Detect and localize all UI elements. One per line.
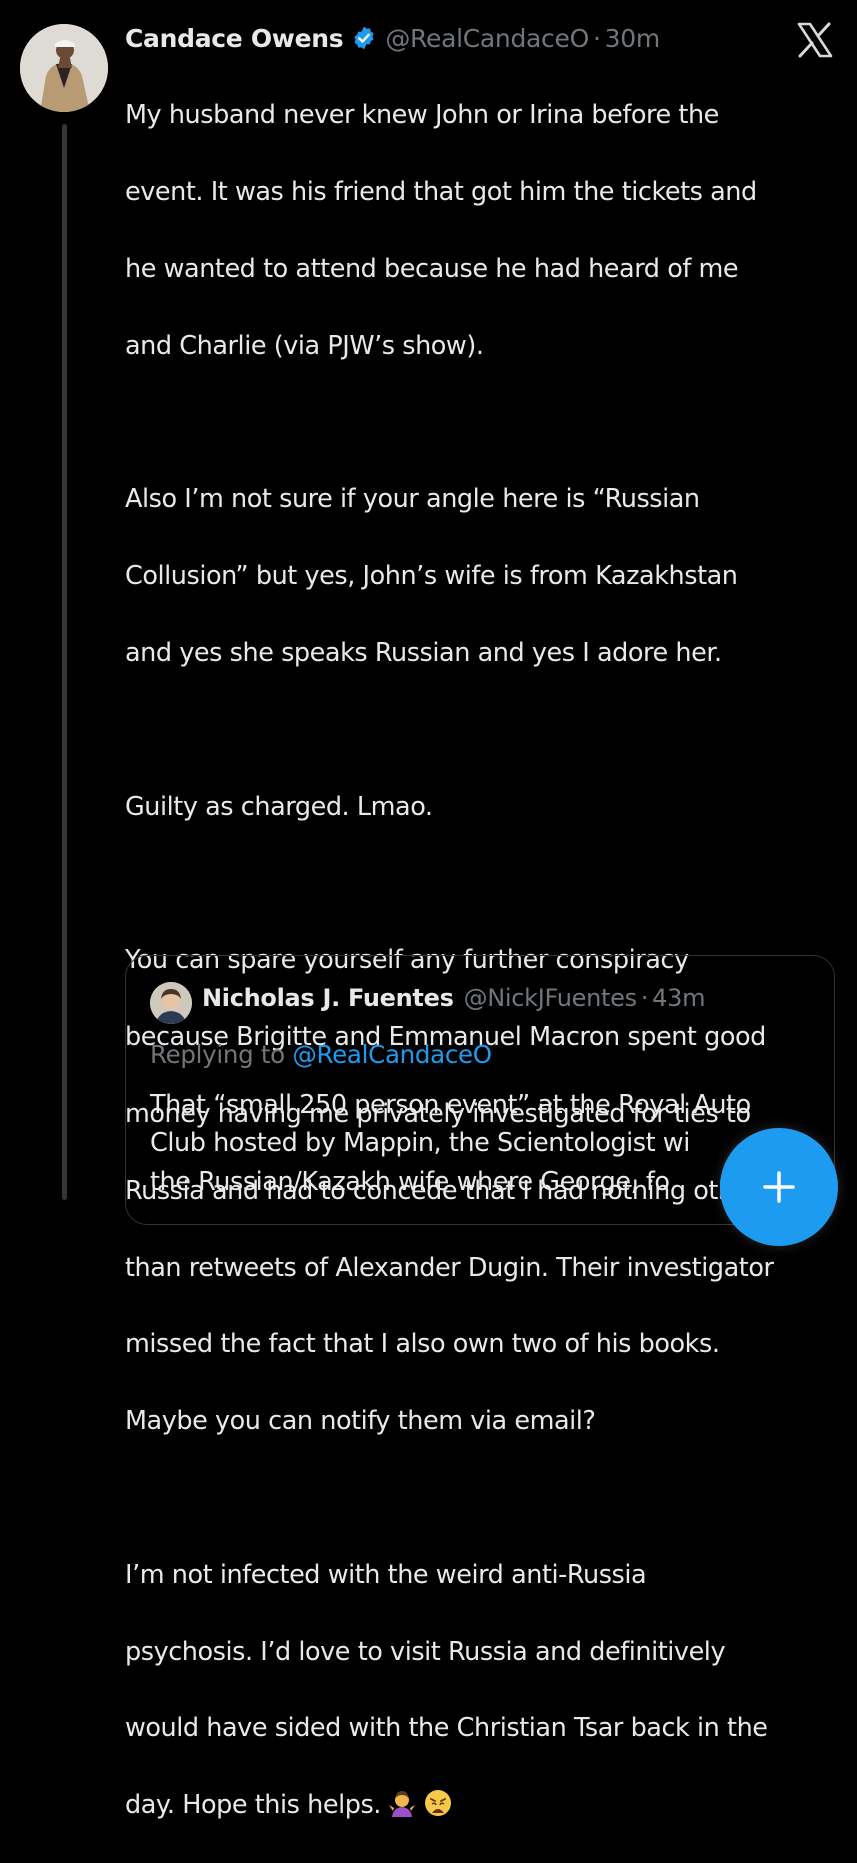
tweet-line: than retweets of Alexander Dugin. Their … — [125, 1252, 774, 1283]
replying-to-line: Replying to @RealCandaceO — [150, 1040, 492, 1069]
quoted-tweet-line: That “small 250 person event” at the Roy… — [150, 1090, 751, 1120]
quoted-avatar-photo — [150, 982, 192, 1024]
quoted-author-display-name[interactable]: Nicholas J. Fuentes — [202, 984, 454, 1012]
tweet-line: Guilty as charged. Lmao. — [125, 791, 433, 822]
woman-shrugging-emoji-icon — [387, 1788, 417, 1818]
tweet-header: Candace Owens @RealCandaceO · 30m — [125, 20, 660, 56]
tweet-line: and Charlie (via PJW’s show). — [125, 330, 484, 361]
tweet-line — [125, 1479, 845, 1517]
author-handle[interactable]: @RealCandaceO — [385, 24, 589, 53]
avatar-photo — [20, 24, 108, 112]
tweet-line: My husband never knew John or Irina befo… — [125, 100, 719, 131]
tweet-line: I’m not infected with the weird anti-Rus… — [125, 1559, 647, 1590]
tweet-line: psychosis. I’d love to visit Russia and … — [125, 1636, 726, 1667]
author-avatar[interactable] — [20, 24, 108, 112]
quoted-author-avatar[interactable] — [150, 982, 192, 1024]
tweet-line: event. It was his friend that got him th… — [125, 177, 757, 208]
tweet-line-text: day. Hope this helps. — [125, 1790, 381, 1821]
tweet-line — [125, 865, 845, 903]
thread-connector-line — [62, 124, 67, 1200]
verified-badge-icon — [351, 25, 377, 51]
tweet-line: missed the fact that I also own two of h… — [125, 1329, 720, 1360]
tweet-line — [125, 404, 845, 442]
tweet-line: he wanted to attend because he had heard… — [125, 254, 739, 285]
header-separator: · — [592, 23, 601, 53]
tweet-line: Maybe you can notify them via email? — [125, 1406, 596, 1437]
replying-to-label: Replying to — [150, 1040, 285, 1069]
replying-to-handle-link[interactable]: @RealCandaceO — [292, 1040, 492, 1069]
compose-tweet-button[interactable] — [720, 1128, 838, 1246]
quoted-tweet-header: Nicholas J. Fuentes @NickJFuentes · 43m — [202, 984, 706, 1012]
tweet-line: and yes she speaks Russian and yes I ado… — [125, 638, 722, 669]
compose-plus-icon — [763, 1171, 795, 1203]
tweet-line: Also I’m not sure if your angle here is … — [125, 484, 700, 515]
tweet-timestamp[interactable]: 30m — [605, 24, 661, 53]
quoted-author-handle[interactable]: @NickJFuentes — [464, 984, 638, 1012]
quoted-header-separator: · — [640, 984, 649, 1012]
tweet-line: Collusion” but yes, John’s wife is from … — [125, 561, 738, 592]
weary-face-emoji-icon — [423, 1788, 453, 1818]
quoted-tweet-timestamp[interactable]: 43m — [652, 984, 705, 1012]
tweet-last-line: day. Hope this helps. — [125, 1786, 845, 1824]
tweet-line — [125, 711, 845, 749]
x-logo-icon[interactable] — [796, 22, 834, 58]
author-display-name[interactable]: Candace Owens — [125, 24, 344, 53]
tweet-line: would have sided with the Christian Tsar… — [125, 1713, 768, 1744]
